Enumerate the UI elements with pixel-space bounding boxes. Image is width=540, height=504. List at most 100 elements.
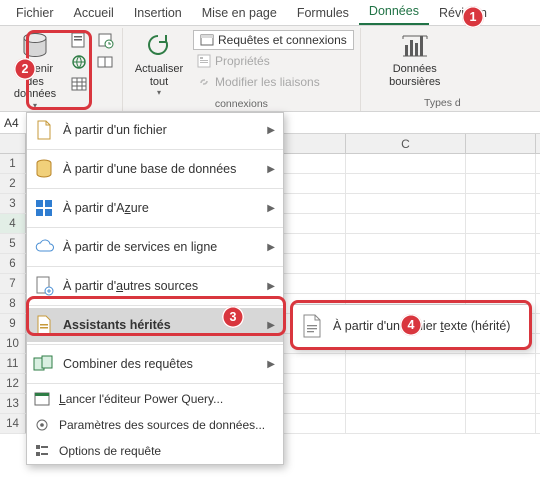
- proprietes-button[interactable]: Propriétés: [193, 51, 354, 71]
- database-icon: [20, 31, 50, 61]
- row-header[interactable]: 13: [0, 394, 26, 413]
- cell[interactable]: [346, 174, 466, 193]
- cell[interactable]: [282, 414, 346, 433]
- cell[interactable]: [282, 154, 346, 173]
- properties-icon: [197, 54, 211, 68]
- cell[interactable]: [346, 254, 466, 273]
- annotation-badge-1: 1: [462, 6, 484, 28]
- requetes-connexions-button[interactable]: Requêtes et connexions: [193, 30, 354, 50]
- group-types: Données boursières Types d: [365, 28, 469, 111]
- row-header[interactable]: 6: [0, 254, 26, 273]
- menu-other-sources[interactable]: À partir d'autres sources ▶: [27, 269, 283, 303]
- row-header[interactable]: 10: [0, 334, 26, 353]
- chevron-right-icon: ▶: [267, 164, 275, 175]
- links-icon: [197, 75, 211, 89]
- annotation-badge-4: 4: [400, 314, 422, 336]
- modifier-liaisons-button[interactable]: Modifier les liaisons: [193, 72, 354, 92]
- select-all-corner[interactable]: [0, 134, 26, 153]
- menu-from-db[interactable]: À partir d'une base de données ▶: [27, 152, 283, 186]
- actualiser-button[interactable]: Actualiser tout ▾: [129, 28, 189, 97]
- chevron-right-icon: ▶: [267, 242, 275, 253]
- col-C[interactable]: C: [346, 134, 466, 153]
- cell[interactable]: [346, 274, 466, 293]
- cell[interactable]: [282, 394, 346, 413]
- cell[interactable]: [282, 374, 346, 393]
- cell[interactable]: [466, 174, 536, 193]
- tab-fichier[interactable]: Fichier: [6, 2, 64, 25]
- db-icon: [33, 158, 55, 180]
- menu-from-services[interactable]: À partir de services en ligne ▶: [27, 230, 283, 264]
- cell[interactable]: [282, 234, 346, 253]
- row-header[interactable]: 12: [0, 374, 26, 393]
- cell[interactable]: [466, 214, 536, 233]
- menu-params-label: Paramètres des sources de données...: [59, 418, 275, 432]
- row-header[interactable]: 5: [0, 234, 26, 253]
- queries-icon: [200, 33, 214, 47]
- row-header[interactable]: 11: [0, 354, 26, 373]
- col-B[interactable]: [282, 134, 346, 153]
- from-table-icon[interactable]: [68, 74, 90, 94]
- menu-from-azure[interactable]: À partir d'Azure ▶: [27, 191, 283, 225]
- row-header[interactable]: 2: [0, 174, 26, 193]
- cell[interactable]: [466, 394, 536, 413]
- cell[interactable]: [346, 154, 466, 173]
- menu-launch-pq[interactable]: Lancer l'éditeur Power Query...: [27, 386, 283, 412]
- cell[interactable]: [346, 414, 466, 433]
- donnees-boursieres-button[interactable]: Données boursières: [367, 28, 463, 88]
- actualiser-label: Actualiser tout: [131, 63, 187, 88]
- menu-options-label: Options de requête: [59, 444, 275, 458]
- row-header[interactable]: 9: [0, 314, 26, 333]
- cell[interactable]: [346, 374, 466, 393]
- cell[interactable]: [466, 234, 536, 253]
- annotation-badge-2: 2: [14, 58, 36, 80]
- tab-insertion[interactable]: Insertion: [124, 2, 192, 25]
- tab-formules[interactable]: Formules: [287, 2, 359, 25]
- cell[interactable]: [282, 354, 346, 373]
- cell[interactable]: [282, 194, 346, 213]
- recent-sources-icon[interactable]: [94, 30, 116, 50]
- cell[interactable]: [466, 374, 536, 393]
- combine-icon: [33, 353, 55, 375]
- cell[interactable]: [282, 214, 346, 233]
- cell[interactable]: [346, 194, 466, 213]
- tab-donnees[interactable]: Données: [359, 0, 429, 25]
- settings-icon: [33, 416, 51, 434]
- tab-miseenpage[interactable]: Mise en page: [192, 2, 287, 25]
- row-header[interactable]: 1: [0, 154, 26, 173]
- existing-conn-icon[interactable]: [94, 52, 116, 72]
- menu-combine[interactable]: Combiner des requêtes ▶: [27, 347, 283, 381]
- from-text-icon[interactable]: [68, 30, 90, 50]
- menu-from-file[interactable]: À partir d'un fichier ▶: [27, 113, 283, 147]
- from-web-icon[interactable]: [68, 52, 90, 72]
- group-types-label: Types d: [367, 96, 463, 109]
- cell[interactable]: [282, 174, 346, 193]
- menu-legacy-wizards[interactable]: Assistants hérités ▶: [27, 308, 283, 342]
- row-header[interactable]: 7: [0, 274, 26, 293]
- annotation-badge-3: 3: [222, 306, 244, 328]
- menu-query-options[interactable]: Options de requête: [27, 438, 283, 464]
- cell[interactable]: [466, 254, 536, 273]
- cell[interactable]: [282, 274, 346, 293]
- cell[interactable]: [346, 214, 466, 233]
- row-header[interactable]: 3: [0, 194, 26, 213]
- menu-from-services-label: À partir de services en ligne: [63, 240, 259, 254]
- chevron-right-icon: ▶: [267, 359, 275, 370]
- cell[interactable]: [466, 154, 536, 173]
- options-icon: [33, 442, 51, 460]
- cell[interactable]: [466, 414, 536, 433]
- row-header[interactable]: 4: [0, 214, 26, 233]
- cell[interactable]: [466, 354, 536, 373]
- cell[interactable]: [466, 194, 536, 213]
- cell[interactable]: [346, 354, 466, 373]
- row-header[interactable]: 8: [0, 294, 26, 313]
- menu-data-source-settings[interactable]: Paramètres des sources de données...: [27, 412, 283, 438]
- tab-accueil[interactable]: Accueil: [64, 2, 124, 25]
- group-conn-label: connexions: [129, 97, 354, 110]
- cell[interactable]: [282, 254, 346, 273]
- cell[interactable]: [466, 274, 536, 293]
- menu-from-file-label: À partir d'un fichier: [63, 123, 259, 137]
- row-header[interactable]: 14: [0, 414, 26, 433]
- cell[interactable]: [346, 394, 466, 413]
- cell[interactable]: [346, 234, 466, 253]
- col-D[interactable]: [466, 134, 536, 153]
